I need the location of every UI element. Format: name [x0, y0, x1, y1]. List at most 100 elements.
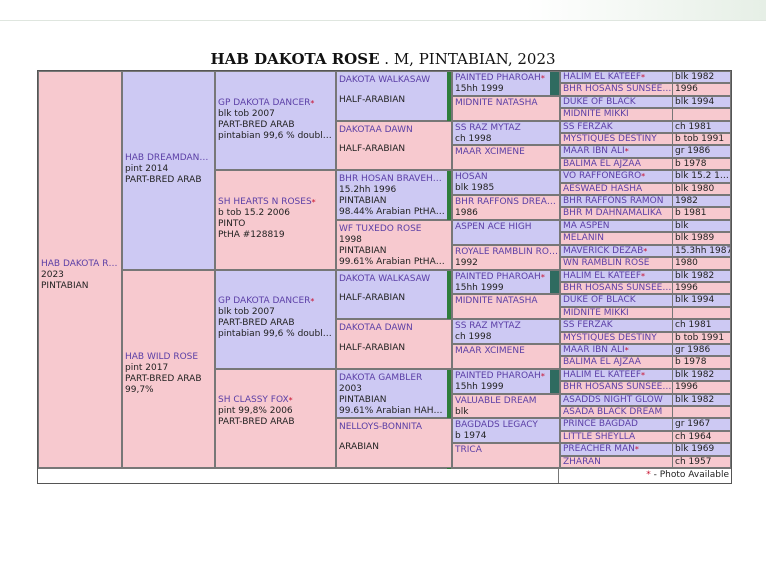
gen4-ancestor-2[interactable]: BHR HOSAN BRAVEHEART 15.2hh 1996 PINTABIAN… — [336, 170, 452, 271]
gen5-ancestor-11[interactable]: MAAR XCIMENE — [452, 343, 560, 369]
gen6-ancestor-24[interactable]: HALIM EL KATEEF* blk 1982 — [560, 368, 731, 382]
gen5-ancestor-2[interactable]: SS RAZ MYTAZ ch 1998 — [452, 120, 560, 146]
gen6-ancestor-16[interactable]: HALIM EL KATEEF* blk 1982 — [560, 269, 731, 282]
gen5-ancestor-0[interactable]: PAINTED PHAROAH* 15hh 1999 — [452, 71, 560, 96]
gen5-ancestor-15[interactable]: TRICA — [452, 443, 560, 468]
gen2-ancestor-0[interactable]: HAB DREAMDANCER*pint 2014PART-BRED ARAB — [122, 71, 215, 270]
gen6-ancestor-0[interactable]: HALIM EL KATEEF* blk 1982 — [560, 71, 731, 84]
ancestor-name[interactable]: DAKOTA WALKASAW — [337, 75, 447, 86]
gen4-ancestor-7[interactable]: NELLOYS-BONNITA ARABIAN — [336, 418, 452, 468]
ancestor-name[interactable]: ASADDS NIGHT GLOW — [561, 394, 673, 405]
gen6-ancestor-30[interactable]: PREACHER MAN* blk 1969 — [560, 443, 731, 456]
gen5-ancestor-10[interactable]: SS RAZ MYTAZ ch 1998 — [452, 319, 560, 344]
ancestor-name[interactable]: DAKOTA GAMBLER — [337, 373, 447, 384]
ancestor-name[interactable]: MYSTIQUES DESTINY — [561, 332, 673, 343]
gen6-ancestor-3[interactable]: MIDNITE MIKKI — [560, 108, 731, 121]
gen5-ancestor-3[interactable]: MAAR XCIMENE — [452, 145, 560, 171]
ancestor-name[interactable]: HAB DAKOTA ROSE — [39, 259, 121, 270]
gen4-ancestor-3[interactable]: WF TUXEDO ROSE 1998 PINTABIAN 99.61% Arabia… — [336, 219, 452, 270]
gen5-ancestor-9[interactable]: MIDNITE NATASHA — [452, 294, 560, 320]
ancestor-name[interactable]: PAINTED PHAROAH* — [453, 371, 559, 382]
gen3-ancestor-0[interactable]: GP DAKOTA DANCER* blk tob 2007 PART-BRED A… — [215, 71, 336, 171]
gen3-ancestor-1[interactable]: SH HEARTS N ROSES* b tob 15.2 2006 PINTO Pt… — [215, 170, 336, 270]
ancestor-name[interactable]: WF TUXEDO ROSE — [337, 224, 447, 235]
gen6-ancestor-22[interactable]: MAAR IBN ALI* gr 1986 — [560, 343, 731, 357]
gen6-ancestor-11[interactable]: BHR M DAHNAMALIKA b 1981 — [560, 207, 731, 220]
ancestor-name[interactable]: BHR RAFFONS DREAMER — [453, 197, 559, 208]
ancestor-name[interactable]: DUKE OF BLACK — [561, 295, 673, 306]
ancestor-name[interactable]: MA ASPEN — [561, 220, 673, 232]
ancestor-name[interactable]: HALIM EL KATEEF* — [561, 270, 673, 281]
gen5-ancestor-4[interactable]: HOSAN blk 1985 — [452, 170, 560, 196]
ancestor-name[interactable]: SS FERZAK — [561, 121, 673, 132]
gen5-ancestor-1[interactable]: MIDNITE NATASHA — [452, 95, 560, 121]
gen4-ancestor-6[interactable]: DAKOTA GAMBLER 2003 PINTABIAN 99.61% Arabia… — [336, 368, 452, 469]
ancestor-name[interactable]: DAKOTA WALKASAW — [337, 274, 447, 285]
ancestor-name[interactable]: SS RAZ MYTAZ — [453, 123, 559, 134]
gen5-ancestor-8[interactable]: PAINTED PHAROAH* 15hh 1999 — [452, 269, 560, 295]
ancestor-name[interactable]: MAVERICK DEZAB* — [561, 245, 673, 257]
ancestor-name[interactable]: BHR M DAHNAMALIKA — [561, 208, 673, 219]
ancestor-name[interactable]: BALIMA EL AJZAA — [561, 357, 673, 368]
gen5-ancestor-12[interactable]: PAINTED PHAROAH* 15hh 1999 — [452, 368, 560, 394]
ancestor-name[interactable]: BHR HOSANS SUNSEERAY — [561, 282, 673, 294]
gen6-ancestor-27[interactable]: ASADA BLACK DREAM — [560, 405, 731, 419]
gen3-ancestor-2[interactable]: GP DAKOTA DANCER* blk tob 2007 PART-BRED A… — [215, 269, 336, 369]
ancestor-name[interactable]: BHR HOSANS SUNSEERAY — [561, 84, 673, 95]
gen6-ancestor-15[interactable]: WN RAMBLIN ROSE 1980 — [560, 257, 731, 270]
ancestor-name[interactable]: HAB DREAMDANCER* — [123, 153, 214, 164]
ancestor-name[interactable]: HOSAN — [453, 172, 559, 183]
gen6-ancestor-1[interactable]: BHR HOSANS SUNSEERAY 1996 — [560, 83, 731, 96]
ancestor-name[interactable]: SH HEARTS N ROSES* — [216, 197, 335, 208]
ancestor-name[interactable]: DAKOTAA DAWN — [337, 323, 447, 334]
ancestor-name[interactable]: DUKE OF BLACK — [561, 96, 673, 108]
gen6-ancestor-5[interactable]: MYSTIQUES DESTINY b tob 1991 — [560, 133, 731, 146]
ancestor-name[interactable]: MIDNITE MIKKI — [561, 109, 673, 120]
gen2-ancestor-1[interactable]: HAB WILD ROSE pint 2017 PART-BRED ARAB 99,7… — [122, 269, 215, 468]
ancestor-name[interactable]: HAB WILD ROSE — [123, 352, 214, 363]
ancestor-name[interactable]: ZHARAN — [561, 456, 673, 467]
ancestor-name[interactable]: SS FERZAK — [561, 320, 673, 331]
gen6-ancestor-20[interactable]: SS FERZAK ch 1981 — [560, 319, 731, 332]
ancestor-name[interactable]: NELLOYS-BONNITA — [337, 422, 447, 433]
gen6-ancestor-28[interactable]: PRINCE BAGDAD gr 1967 — [560, 418, 731, 431]
gen6-ancestor-13[interactable]: MELANIN blk 1989 — [560, 232, 731, 245]
gen4-ancestor-0[interactable]: DAKOTA WALKASAW HALF-ARABIAN — [336, 71, 452, 172]
gen5-ancestor-6[interactable]: ASPEN ACE HIGH — [452, 219, 560, 245]
gen6-ancestor-10[interactable]: BHR RAFFONS RAMON 1982 — [560, 195, 731, 208]
gen4-ancestor-1[interactable]: DAKOTAA DAWN HALF-ARABIAN — [336, 120, 452, 171]
ancestor-name[interactable]: WN RAMBLIN ROSE — [561, 258, 673, 269]
ancestor-name[interactable]: PAINTED PHAROAH* — [453, 272, 559, 283]
gen1-ancestor-0[interactable]: HAB DAKOTA ROSE 2023 PINTABIAN — [38, 71, 122, 468]
gen6-ancestor-18[interactable]: DUKE OF BLACK blk 1994 — [560, 294, 731, 307]
ancestor-name[interactable]: VALUABLE DREAM — [453, 396, 559, 407]
gen4-ancestor-4[interactable]: DAKOTA WALKASAW HALF-ARABIAN — [336, 269, 452, 370]
ancestor-name[interactable]: MIDNITE MIKKI — [561, 307, 673, 319]
ancestor-name[interactable]: GP DAKOTA DANCER* — [216, 296, 335, 307]
ancestor-name[interactable]: MAAR IBN ALI* — [561, 344, 673, 356]
ancestor-name[interactable]: BHR HOSANS SUNSEERAY — [561, 382, 673, 393]
ancestor-name[interactable]: PRINCE BAGDAD — [561, 419, 673, 430]
gen6-ancestor-8[interactable]: VO RAFFONEGRO* blk 15.2 1973 — [560, 170, 731, 183]
ancestor-name[interactable]: PREACHER MAN* — [561, 444, 673, 455]
gen6-ancestor-21[interactable]: MYSTIQUES DESTINY b tob 1991 — [560, 331, 731, 344]
ancestor-name[interactable]: MAAR IBN ALI* — [561, 146, 673, 157]
gen6-ancestor-14[interactable]: MAVERICK DEZAB* 15.3hh 1987 — [560, 244, 731, 258]
ancestor-name[interactable]: MELANIN — [561, 233, 673, 244]
ancestor-name[interactable]: ASADA BLACK DREAM — [561, 407, 673, 418]
ancestor-name[interactable]: TRICA — [453, 445, 559, 456]
ancestor-name[interactable]: MIDNITE NATASHA — [453, 98, 559, 109]
gen6-ancestor-12[interactable]: MA ASPEN blk — [560, 219, 731, 233]
ancestor-name[interactable]: BHR RAFFONS RAMON — [561, 196, 673, 207]
gen6-ancestor-7[interactable]: BALIMA EL AJZAA b 1978 — [560, 157, 731, 171]
ancestor-name[interactable]: HALIM EL KATEEF* — [561, 72, 673, 83]
gen5-ancestor-5[interactable]: BHR RAFFONS DREAMER 1986 — [452, 195, 560, 220]
gen3-ancestor-3[interactable]: SH CLASSY FOX* pint 99,8% 2006 PART-BRED A… — [215, 368, 336, 468]
ancestor-name[interactable]: ASPEN ACE HIGH — [453, 222, 559, 233]
ancestor-name[interactable]: BHR HOSAN BRAVEHEART — [337, 174, 447, 185]
gen6-ancestor-4[interactable]: SS FERZAK ch 1981 — [560, 120, 731, 134]
ancestor-name[interactable]: AESWAED HASHA — [561, 183, 673, 195]
gen6-ancestor-17[interactable]: BHR HOSANS SUNSEERAY 1996 — [560, 281, 731, 295]
gen6-ancestor-19[interactable]: MIDNITE MIKKI — [560, 306, 731, 320]
gen5-ancestor-13[interactable]: VALUABLE DREAM blk — [452, 393, 560, 419]
